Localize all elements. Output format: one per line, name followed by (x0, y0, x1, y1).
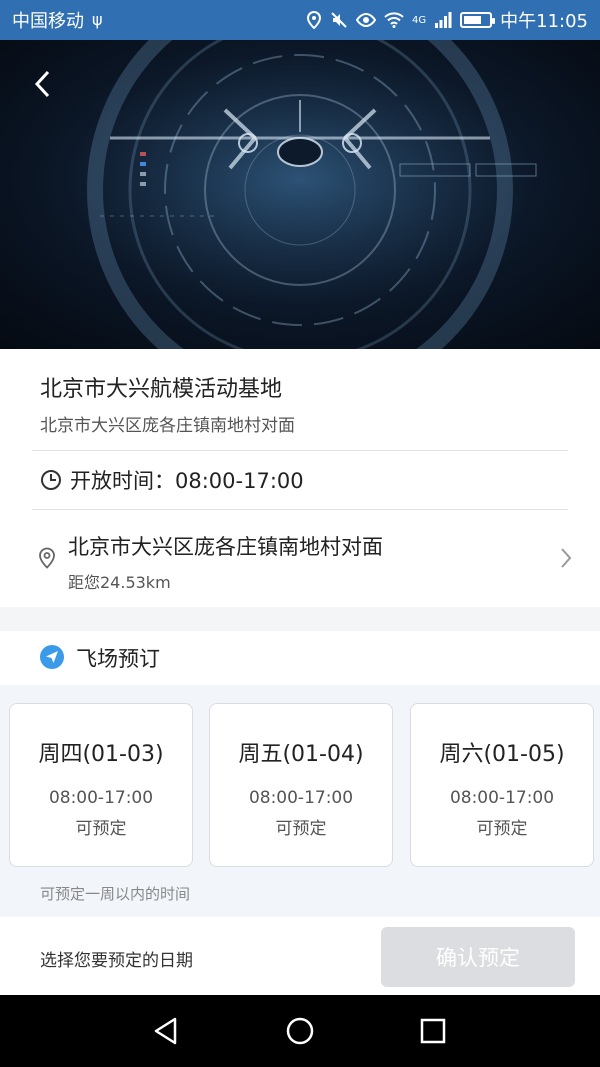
day-card[interactable]: 周六(01-05) 08:00-17:00 可预定 (410, 703, 594, 867)
confirm-booking-button[interactable]: 确认预定 (381, 927, 575, 987)
mute-icon (331, 12, 347, 28)
day-label: 周五(01-04) (238, 742, 364, 767)
drone-hud-illustration (0, 40, 600, 349)
clock-icon (41, 470, 61, 490)
square-recents-icon (420, 1018, 446, 1044)
opening-hours: 开放时间：08:00-17:00 (40, 465, 304, 495)
divider (32, 509, 568, 510)
location-pin-icon (39, 547, 55, 569)
chevron-left-icon (34, 70, 50, 98)
day-label: 周四(01-03) (38, 742, 164, 767)
wifi-icon (384, 12, 404, 28)
nav-back-button[interactable] (148, 1013, 184, 1049)
distance-text: 距您24.53km (68, 573, 171, 592)
day-label: 周六(01-05) (439, 742, 565, 767)
network-type: 4G (412, 14, 427, 26)
venue-info: 北京市大兴航模活动基地 北京市大兴区庞各庄镇南地村对面 开放时间：08:00-1… (0, 349, 600, 607)
day-card[interactable]: 周四(01-03) 08:00-17:00 可预定 (9, 703, 193, 867)
chevron-right-icon (561, 548, 572, 568)
booking-header: 飞场预订 (0, 631, 600, 685)
day-time: 08:00-17:00 (48, 788, 154, 808)
booking-title: 飞场预订 (76, 647, 160, 671)
eye-icon (356, 13, 376, 27)
nav-recents-button[interactable] (415, 1013, 451, 1049)
status-time: 中午11:05 (500, 11, 588, 32)
venue-name: 北京市大兴航模活动基地 (40, 377, 283, 402)
location-icon (306, 11, 322, 29)
select-date-hint: 选择您要预定的日期 (40, 951, 193, 971)
opening-hours-text: 开放时间：08:00-17:00 (70, 469, 304, 493)
venue-subtitle: 北京市大兴区庞各庄镇南地村对面 (40, 416, 295, 436)
usb-icon: ψ (92, 10, 103, 29)
day-time: 08:00-17:00 (449, 788, 555, 808)
booking-area: 周四(01-03) 08:00-17:00 可预定 周五(01-04) 08:0… (0, 685, 600, 917)
carrier-label: 中国移动 (12, 11, 84, 32)
nav-home-button[interactable] (282, 1013, 318, 1049)
circle-home-icon (286, 1017, 314, 1045)
address-row[interactable]: 北京市大兴区庞各庄镇南地村对面 距您24.53km (0, 519, 600, 607)
day-status: 可预定 (75, 819, 127, 839)
battery-icon (460, 12, 496, 28)
paper-plane-icon (40, 645, 64, 669)
section-gap (0, 607, 600, 631)
hero-banner (0, 40, 600, 349)
status-bar: 中国移动 ψ 4G 中午11:05 (0, 0, 600, 40)
day-status: 可预定 (476, 819, 528, 839)
signal-icon (435, 12, 452, 28)
address-text: 北京市大兴区庞各庄镇南地村对面 (68, 535, 383, 559)
day-status: 可预定 (275, 819, 327, 839)
back-button[interactable] (20, 62, 64, 106)
divider (32, 450, 568, 451)
triangle-back-icon (154, 1017, 177, 1045)
booking-note: 可预定一周以内的时间 (40, 885, 191, 903)
system-nav-bar (0, 995, 600, 1067)
day-card[interactable]: 周五(01-04) 08:00-17:00 可预定 (209, 703, 393, 867)
day-time: 08:00-17:00 (248, 788, 354, 808)
action-bar: 选择您要预定的日期 确认预定 (0, 917, 600, 995)
